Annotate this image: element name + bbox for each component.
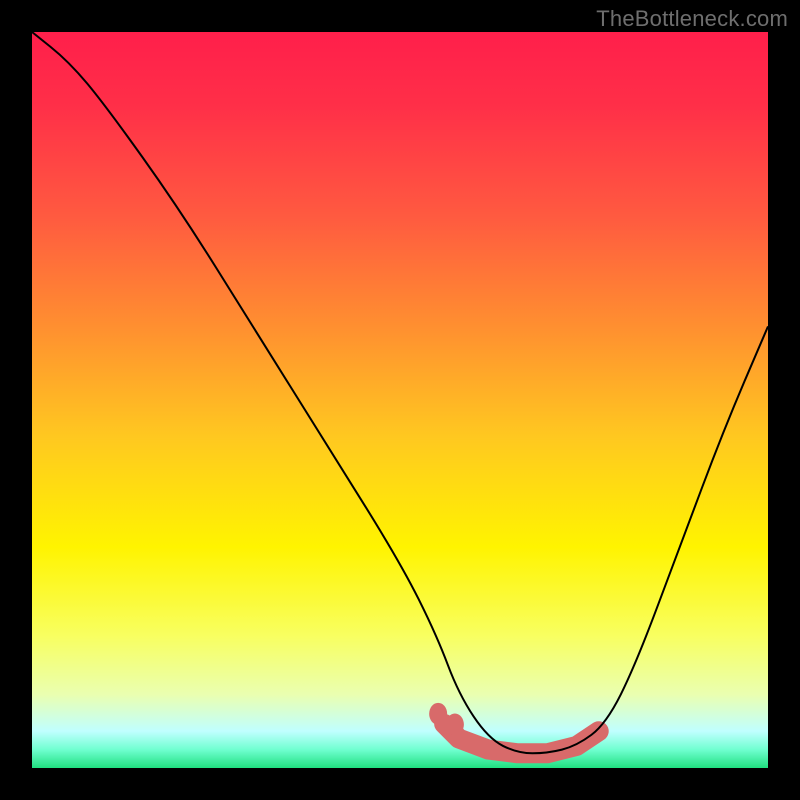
gradient-rect (32, 32, 768, 768)
optimal-blob-dot (429, 703, 447, 725)
optimal-blob-dot (446, 714, 464, 736)
chart-frame: TheBottleneck.com (0, 0, 800, 800)
plot-area (32, 32, 768, 768)
chart-svg (32, 32, 768, 768)
watermark-text: TheBottleneck.com (596, 6, 788, 32)
